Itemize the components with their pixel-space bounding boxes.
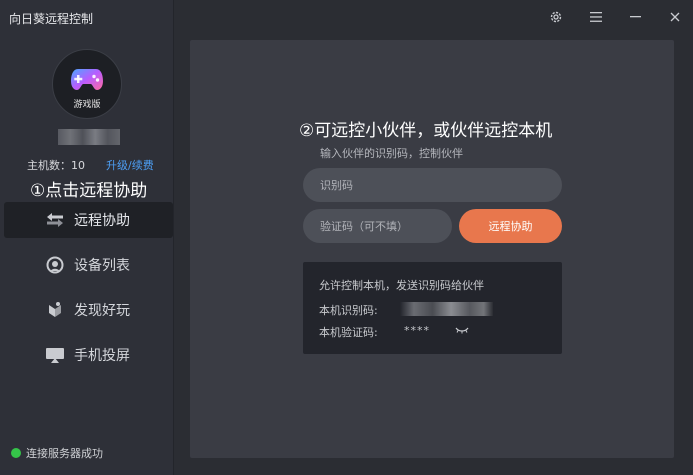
local-info-box: 允许控制本机，发送识别码给伙伴 本机识别码: 本机验证码: ****	[303, 262, 562, 354]
control-hint: 输入伙伴的识别码，控制伙伴	[320, 147, 463, 160]
minimize-button[interactable]	[622, 4, 648, 30]
partner-code-input[interactable]	[303, 168, 562, 202]
nav-remote-assist[interactable]: 远程协助	[4, 202, 173, 238]
gamepad-icon	[71, 69, 103, 90]
discover-icon	[44, 300, 66, 320]
close-icon	[670, 12, 680, 22]
connection-status: 连接服务器成功	[11, 445, 103, 461]
settings-button[interactable]	[543, 4, 569, 30]
verify-code-input[interactable]	[303, 209, 452, 243]
menu-button[interactable]	[583, 4, 609, 30]
main-panel	[190, 40, 674, 458]
menu-icon	[590, 12, 602, 22]
remote-assist-icon	[44, 210, 66, 230]
step2-annotation: ②可远控小伙伴，或伙伴远控本机	[299, 121, 553, 141]
local-id-label: 本机识别码:	[319, 304, 378, 317]
info-title: 允许控制本机，发送识别码给伙伴	[319, 279, 484, 292]
step1-annotation: ①点击远程协助	[30, 181, 148, 201]
local-id-masked	[400, 302, 493, 316]
sidebar: 向日葵远程控制 游戏版 主机数：10 升级/续费 ①点击远程协助 远程协助 设备…	[0, 0, 174, 475]
upgrade-link[interactable]: 升级/续费	[106, 157, 154, 173]
app-title: 向日葵远程控制	[9, 12, 94, 26]
username-masked	[58, 129, 120, 145]
screen-cast-icon	[44, 345, 66, 365]
eye-closed-icon[interactable]	[455, 325, 469, 335]
nav-discover[interactable]: 发现好玩	[4, 292, 173, 328]
nav-label-discover: 发现好玩	[74, 303, 130, 319]
nav-device-list[interactable]: 设备列表	[4, 247, 173, 283]
avatar[interactable]: 游戏版	[52, 49, 122, 119]
close-button[interactable]	[662, 4, 688, 30]
app-window: 向日葵远程控制 游戏版 主机数：10 升级/续费 ①点击远程协助 远程协助 设备…	[0, 0, 693, 475]
status-dot-icon	[11, 448, 21, 458]
minimize-icon	[629, 16, 641, 18]
nav-label-device-list: 设备列表	[74, 258, 130, 274]
gear-icon	[550, 11, 562, 23]
status-text: 连接服务器成功	[26, 447, 103, 460]
nav-screen-cast[interactable]: 手机投屏	[4, 337, 173, 373]
remote-assist-button[interactable]: 远程协助	[459, 209, 562, 243]
avatar-label: 游戏版	[73, 100, 101, 110]
nav-label-screen-cast: 手机投屏	[74, 348, 130, 364]
host-count: 主机数：10	[27, 159, 85, 172]
device-list-icon	[44, 255, 66, 275]
nav-label-remote-assist: 远程协助	[74, 213, 130, 229]
local-pwd-value: ****	[404, 324, 430, 337]
local-pwd-label: 本机验证码:	[319, 326, 378, 339]
